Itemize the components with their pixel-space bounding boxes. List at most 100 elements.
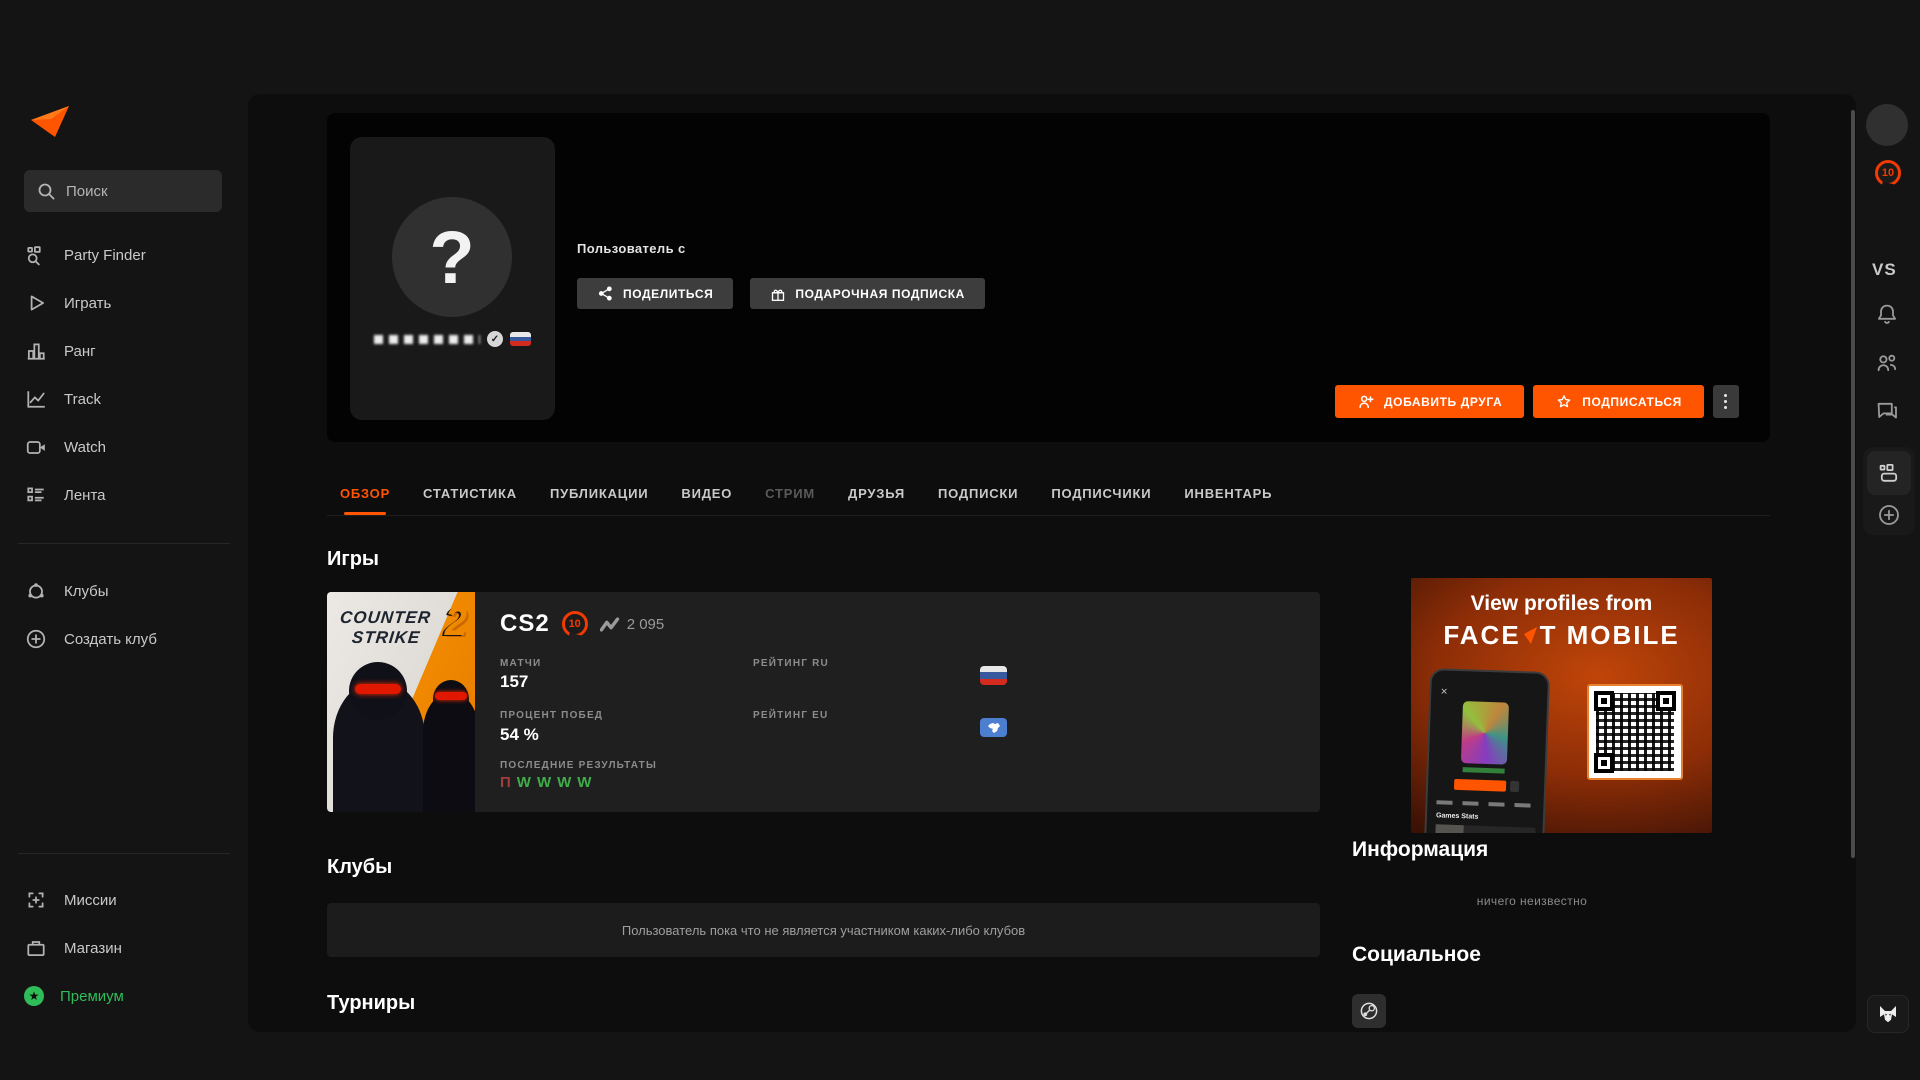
- add-friend-button[interactable]: ДОБАВИТЬ ДРУГА: [1335, 385, 1524, 418]
- premium-star-icon: ★: [24, 986, 44, 1006]
- tab-statistics[interactable]: СТАТИСТИКА: [423, 486, 517, 515]
- sidebar-item-premium[interactable]: ★ Премиум: [24, 972, 124, 1020]
- sidebar-item-play[interactable]: Играть: [24, 279, 146, 327]
- tab-publications[interactable]: ПУБЛИКАЦИИ: [550, 486, 648, 515]
- sidebar-item-create-club[interactable]: Создать клуб: [24, 615, 157, 663]
- my-skill-level-badge[interactable]: 10: [1875, 160, 1901, 186]
- search-icon: [36, 181, 56, 201]
- sidebar-item-watch[interactable]: Watch: [24, 423, 146, 471]
- sidebar-item-label: Track: [64, 391, 101, 408]
- star-icon: [1555, 393, 1573, 411]
- tab-video[interactable]: ВИДЕО: [681, 486, 732, 515]
- track-chart-icon: [24, 388, 48, 410]
- profile-header: ? ✓ Пользователь с ПОДЕЛИТЬСЯ: [327, 113, 1770, 442]
- tab-following[interactable]: ПОДПИСКИ: [938, 486, 1018, 515]
- sidebar-item-rank[interactable]: Ранг: [24, 327, 146, 375]
- cs2-game-card[interactable]: COUNTER STRIKE 2 CS2 10 2 095 МАТЧИ 157 …: [327, 592, 1320, 812]
- party-finder-icon: [1877, 461, 1901, 485]
- plus-circle-icon: [24, 628, 48, 650]
- rail-party-group: [1863, 447, 1915, 535]
- cs2-cover-title: COUNTER STRIKE: [337, 608, 432, 647]
- more-options-button[interactable]: [1713, 385, 1739, 418]
- username-redacted: [374, 335, 480, 344]
- verified-badge-icon: ✓: [487, 331, 503, 347]
- cs2-cover-art: COUNTER STRIKE 2: [327, 592, 475, 812]
- winrate-label: ПРОЦЕНТ ПОБЕД: [500, 710, 603, 721]
- cs2-cover-number: 2: [445, 600, 467, 645]
- clubs-empty-message: Пользователь пока что не является участн…: [622, 923, 1025, 938]
- info-section-title: Информация: [1352, 838, 1488, 862]
- tab-followers[interactable]: ПОДПИСЧИКИ: [1051, 486, 1151, 515]
- faceit-mobile-banner[interactable]: View profiles from FACE T MOBILE ✕ Games…: [1411, 578, 1712, 833]
- sidebar-item-label: Создать клуб: [64, 631, 157, 648]
- tab-overview[interactable]: ОБЗОР: [340, 486, 390, 515]
- rating-ru-label: РЕЙТИНГ RU: [753, 658, 829, 669]
- missions-crosshair-icon: [24, 889, 48, 911]
- search-input[interactable]: [66, 183, 196, 200]
- notifications-button[interactable]: [1875, 302, 1899, 326]
- avatar[interactable]: ?: [392, 197, 512, 317]
- clubs-empty-panel: Пользователь пока что не является участн…: [327, 903, 1320, 957]
- wolf-icon: [1877, 1004, 1899, 1024]
- video-camera-icon: [24, 436, 48, 458]
- party-finder-button[interactable]: [1867, 451, 1911, 495]
- sidebar-item-label: Лента: [64, 487, 106, 504]
- sidebar-item-track[interactable]: Track: [24, 375, 146, 423]
- my-avatar[interactable]: [1866, 104, 1908, 146]
- friends-icon: [1875, 351, 1899, 375]
- user-since-label: Пользователь с: [577, 241, 686, 256]
- phone-mockup: ✕ Games Stats: [1424, 668, 1550, 833]
- share-button-row: ПОДЕЛИТЬСЯ ПОДАРОЧНАЯ ПОДПИСКА: [577, 278, 985, 309]
- scrollbar[interactable]: [1851, 110, 1855, 858]
- sidebar-divider: [18, 543, 230, 544]
- sidebar: Party Finder Играть Ранг Track: [0, 0, 248, 1080]
- tab-inventory[interactable]: ИНВЕНТАРЬ: [1184, 486, 1272, 515]
- sidebar-item-label: Ранг: [64, 343, 96, 360]
- sidebar-clubs-nav: Клубы Создать клуб: [24, 567, 157, 663]
- sidebar-item-clubs[interactable]: Клубы: [24, 567, 157, 615]
- main-panel: ? ✓ Пользователь с ПОДЕЛИТЬСЯ: [248, 94, 1856, 1032]
- sidebar-item-feed[interactable]: Лента: [24, 471, 146, 519]
- share-icon: [597, 285, 614, 302]
- elo-zigzag-icon: [600, 617, 620, 632]
- gift-subscription-button[interactable]: ПОДАРОЧНАЯ ПОДПИСКА: [750, 278, 985, 309]
- follow-button[interactable]: ПОДПИСАТЬСЯ: [1533, 385, 1704, 418]
- clubs-icon: [24, 580, 48, 602]
- create-party-button[interactable]: [1877, 503, 1901, 527]
- shop-briefcase-icon: [24, 937, 48, 959]
- sidebar-item-label: Клубы: [64, 583, 109, 600]
- sidebar-item-shop[interactable]: Магазин: [24, 924, 124, 972]
- faceit-arrow-icon: [1524, 627, 1537, 644]
- feed-list-icon: [24, 484, 48, 506]
- results-label: ПОСЛЕДНИЕ РЕЗУЛЬТАТЫ: [500, 760, 657, 771]
- matches-label: МАТЧИ: [500, 658, 541, 669]
- russia-flag-icon: [980, 666, 1007, 685]
- steam-icon: [1359, 1001, 1379, 1021]
- search-bar[interactable]: [24, 170, 222, 212]
- sidebar-bottom-nav: Миссии Магазин ★ Премиум: [24, 876, 124, 1020]
- sidebar-item-missions[interactable]: Миссии: [24, 876, 124, 924]
- share-button[interactable]: ПОДЕЛИТЬСЯ: [577, 278, 733, 309]
- steam-link-button[interactable]: [1352, 994, 1386, 1028]
- assistant-button[interactable]: [1867, 995, 1909, 1033]
- profile-card: ? ✓: [350, 137, 555, 420]
- chat-button[interactable]: [1875, 399, 1899, 423]
- europe-region-icon: [980, 718, 1007, 737]
- vs-button[interactable]: VS: [1872, 260, 1897, 280]
- russia-flag-icon: [510, 332, 531, 346]
- tab-friends[interactable]: ДРУЗЬЯ: [848, 486, 905, 515]
- sidebar-item-label: Watch: [64, 439, 106, 456]
- add-friend-icon: [1357, 393, 1375, 411]
- tab-stream[interactable]: СТРИМ: [765, 486, 815, 515]
- friends-button[interactable]: [1875, 351, 1899, 375]
- faceit-logo-icon[interactable]: [30, 106, 70, 138]
- last-results: П W W W W: [500, 774, 591, 791]
- skill-level-badge: 10: [562, 611, 588, 637]
- games-section-title: Игры: [327, 548, 379, 571]
- sidebar-item-party-finder[interactable]: Party Finder: [24, 231, 146, 279]
- winrate-value: 54 %: [500, 725, 539, 745]
- matches-value: 157: [500, 672, 528, 692]
- game-name: CS2: [500, 610, 550, 638]
- faceit-mobile-logo: FACE T MOBILE: [1411, 620, 1712, 651]
- sidebar-item-label: Премиум: [60, 988, 124, 1005]
